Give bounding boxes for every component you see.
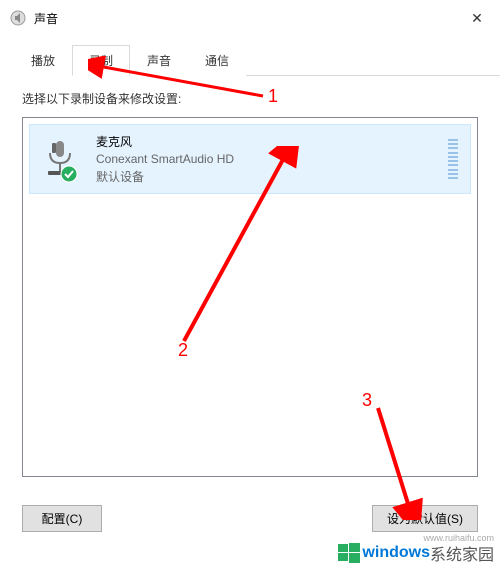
right-button-group: 设为默认值(S) [372, 505, 478, 532]
button-row: 配置(C) 设为默认值(S) [0, 491, 500, 532]
watermark-text-2: 系统家园 [430, 541, 494, 565]
tab-sounds[interactable]: 声音 [130, 45, 188, 76]
watermark-url: www.ruihaifu.com [423, 533, 494, 543]
device-item-microphone[interactable]: 麦克风 Conexant SmartAudio HD 默认设备 [29, 124, 471, 194]
tab-communications[interactable]: 通信 [188, 45, 246, 76]
device-status: 默认设备 [96, 168, 440, 185]
device-list-panel[interactable]: 麦克风 Conexant SmartAudio HD 默认设备 [22, 117, 478, 477]
level-meter-icon [448, 139, 458, 179]
watermark-brand: windows 系统家园 [338, 541, 494, 565]
tab-bar: 播放 录制 声音 通信 [14, 44, 500, 76]
watermark-text-1: windows [362, 544, 430, 562]
content-area: 选择以下录制设备来修改设置: 麦克风 Conexant SmartAudio [0, 76, 500, 491]
tab-recording[interactable]: 录制 [72, 45, 130, 76]
device-icon-wrap [42, 139, 82, 179]
device-name: 麦克风 [96, 133, 440, 150]
set-default-button[interactable]: 设为默认值(S) [372, 505, 478, 532]
titlebar: 声音 ✕ [0, 0, 500, 36]
tab-playback[interactable]: 播放 [14, 45, 72, 76]
device-text: 麦克风 Conexant SmartAudio HD 默认设备 [96, 133, 440, 185]
windows-logo-icon [338, 542, 360, 564]
window-title: 声音 [34, 10, 454, 27]
speaker-icon [10, 10, 26, 26]
configure-button[interactable]: 配置(C) [22, 505, 102, 532]
close-icon: ✕ [471, 10, 483, 27]
default-check-icon [60, 165, 78, 183]
instruction-text: 选择以下录制设备来修改设置: [22, 90, 478, 107]
close-button[interactable]: ✕ [454, 0, 500, 36]
device-description: Conexant SmartAudio HD [96, 152, 440, 166]
